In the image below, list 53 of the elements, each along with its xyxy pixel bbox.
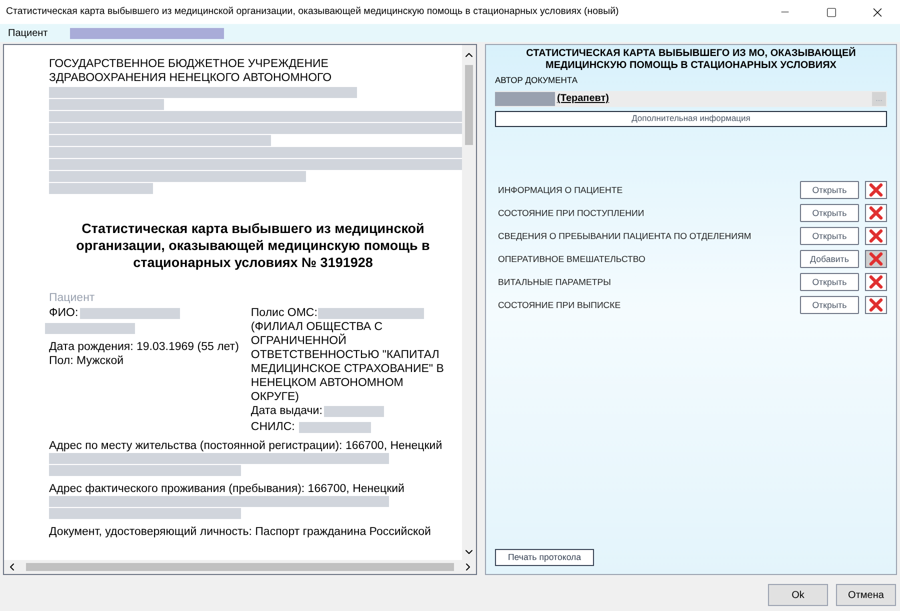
delete-icon (869, 252, 883, 266)
document-title: Статистическая карта выбывшего из медицинской организации, оказывающей медицинскую помощь в стационарных условиях № 3191928 (75, 220, 431, 271)
delete-icon (869, 206, 883, 220)
print-protocol-button[interactable]: Печать протокола (495, 549, 594, 566)
actual-address: Адрес фактического проживания (пребывания): 166700, Ненецкий (49, 482, 406, 496)
birth-date: Дата рождения: 19.03.1969 (55 лет) (49, 340, 240, 354)
section-label: СВЕДЕНИЯ О ПРЕБЫВАНИИ ПАЦИЕНТА ПО ОТДЕЛЕНИЯМ (497, 230, 752, 243)
section-action-button[interactable]: Открыть (800, 181, 859, 200)
author-role[interactable]: (Терапевт) (557, 91, 610, 106)
identity-document: Документ, удостоверяющий личность: Паспорт гражданина Российской (49, 525, 432, 539)
vertical-scrollbar[interactable] (462, 45, 476, 560)
section-action-button[interactable]: Открыть (800, 227, 859, 246)
delete-button[interactable] (865, 227, 887, 246)
fio-label: ФИО: (49, 306, 78, 320)
delete-icon (869, 275, 883, 290)
section-label: СОСТОЯНИЕ ПРИ ПОСТУПЛЕНИИ (497, 206, 646, 220)
scrollbar-thumb[interactable] (26, 563, 454, 571)
patient-heading: Пациент (49, 291, 96, 305)
section-action-button[interactable]: Добавить (800, 250, 859, 268)
section-label: ИНФОРМАЦИЯ О ПАЦИЕНТЕ (497, 184, 624, 197)
section-action-button[interactable]: Открыть (800, 296, 859, 314)
sex: Пол: Мужской (49, 354, 125, 368)
author-field[interactable]: (Терапевт) ... (495, 90, 887, 107)
additional-info-button[interactable]: Дополнительная информация (495, 110, 887, 127)
insurer-text: (ФИЛИАЛ ОБЩЕСТВА С ОГРАНИЧЕННОЙ ОТВЕТСТВЕННОСТЬЮ "КАПИТАЛ МЕДИЦИНСКОЕ СТРАХОВАНИЕ" В НЕНЕЦКОМ АВТОНОМНОМ ОКРУГЕ) (250, 320, 445, 404)
section-label: ВИТАЛЬНЫЕ ПАРАМЕТРЫ (497, 276, 612, 289)
redacted-block (324, 406, 384, 416)
delete-icon (869, 229, 883, 244)
delete-button[interactable] (865, 204, 887, 222)
patient-label: Пациент (8, 26, 48, 40)
issue-date-label: Дата выдачи: (250, 404, 322, 418)
registration-address: Адрес по месту жительства (постоянной регистрации): 166700, Ненецкий (49, 439, 444, 453)
snils-label: СНИЛС: (250, 420, 295, 434)
dialog-button[interactable]: Ok (768, 584, 828, 606)
horizontal-scrollbar[interactable] (4, 560, 476, 574)
delete-button[interactable] (865, 181, 887, 200)
section-action-button[interactable]: Открыть (800, 273, 859, 292)
policy-label: Полис ОМС: (250, 306, 318, 320)
organization-name: ГОСУДАРСТВЕННОЕ БЮДЖЕТНОЕ УЧРЕЖДЕНИЕ ЗДРАВООХРАНЕНИЯ НЕНЕЦКОГО АВТОНОМНОГО (49, 57, 333, 85)
redacted-block (495, 92, 555, 106)
form-title: СТАТИСТИЧЕСКАЯ КАРТА ВЫБЫВШЕГО ИЗ МО, ОКАЗЫВАЮЩЕЙ МЕДИЦИНСКУЮ ПОМОЩЬ В СТАЦИОНАРНЫХ УСЛОВИЯХ (525, 48, 857, 72)
scrollbar-thumb[interactable] (465, 65, 473, 145)
maximize-icon (826, 6, 836, 18)
section-label: ОПЕРАТИВНОЕ ВМЕШАТЕЛЬСТВО (497, 252, 646, 266)
delete-icon (869, 298, 883, 312)
dialog-button[interactable]: Отмена (836, 584, 896, 606)
section-label: СОСТОЯНИЕ ПРИ ВЫПИСКЕ (497, 298, 622, 312)
delete-icon (869, 183, 883, 198)
section-action-button[interactable]: Открыть (800, 204, 859, 222)
author-label: АВТОР ДОКУМЕНТА (495, 74, 579, 87)
delete-button[interactable] (865, 296, 887, 314)
window-title: Статистическая карта выбывшего из медицинской организации, оказывающей медицинскую помощь в стационарных условиях (новый) (6, 4, 620, 19)
delete-button[interactable] (865, 273, 887, 292)
